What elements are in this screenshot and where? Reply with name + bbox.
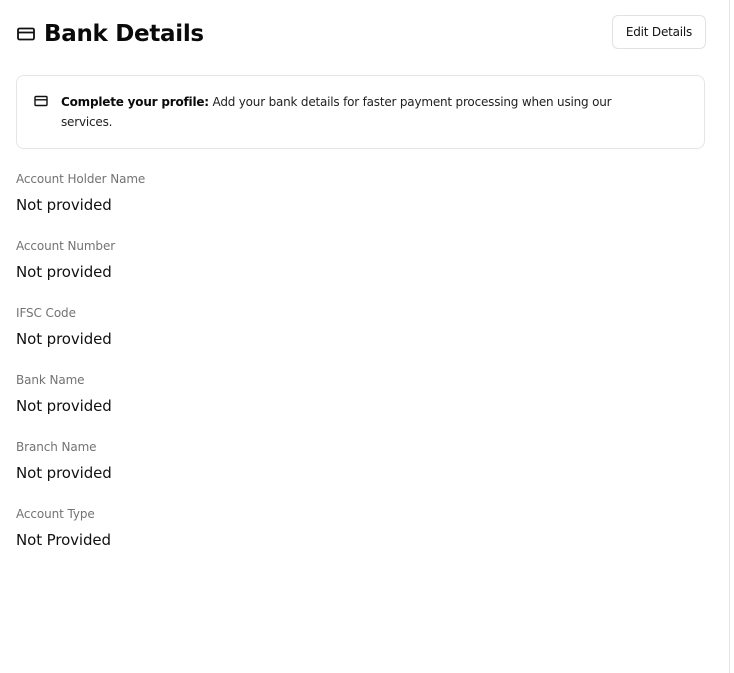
- field-label: Bank Name: [16, 373, 85, 387]
- page-title: Bank Details: [44, 21, 204, 47]
- alert-title: Complete your profile:: [61, 95, 209, 109]
- alert-message: Complete your profile: Add your bank det…: [61, 92, 661, 132]
- bank-details-panel: Bank Details Edit Details Complete your …: [0, 0, 729, 673]
- bank-details-header: Bank Details Edit Details: [16, 15, 706, 51]
- field-branch-name: Branch Name Not provided: [16, 439, 706, 506]
- panel-divider: [729, 0, 730, 673]
- field-label: Account Number: [16, 239, 116, 253]
- field-bank-name: Bank Name Not provided: [16, 372, 706, 439]
- credit-card-icon: [34, 94, 48, 108]
- field-account-type: Account Type Not Provided: [16, 506, 706, 573]
- title-group: Bank Details: [16, 20, 204, 48]
- bank-details-fields: Account Holder Name Not provided Account…: [16, 171, 706, 573]
- edit-details-button[interactable]: Edit Details: [612, 15, 706, 49]
- field-label: Branch Name: [16, 440, 97, 454]
- field-label: IFSC Code: [16, 306, 76, 320]
- field-value: Not provided: [16, 397, 112, 415]
- field-value: Not Provided: [16, 531, 111, 549]
- field-value: Not provided: [16, 464, 112, 482]
- field-account-number: Account Number Not provided: [16, 238, 706, 305]
- field-value: Not provided: [16, 196, 112, 214]
- field-value: Not provided: [16, 330, 112, 348]
- complete-profile-alert: Complete your profile: Add your bank det…: [16, 75, 705, 149]
- field-value: Not provided: [16, 263, 112, 281]
- field-account-holder-name: Account Holder Name Not provided: [16, 171, 706, 238]
- credit-card-icon: [16, 24, 36, 44]
- field-label: Account Type: [16, 507, 95, 521]
- field-ifsc-code: IFSC Code Not provided: [16, 305, 706, 372]
- field-label: Account Holder Name: [16, 172, 146, 186]
